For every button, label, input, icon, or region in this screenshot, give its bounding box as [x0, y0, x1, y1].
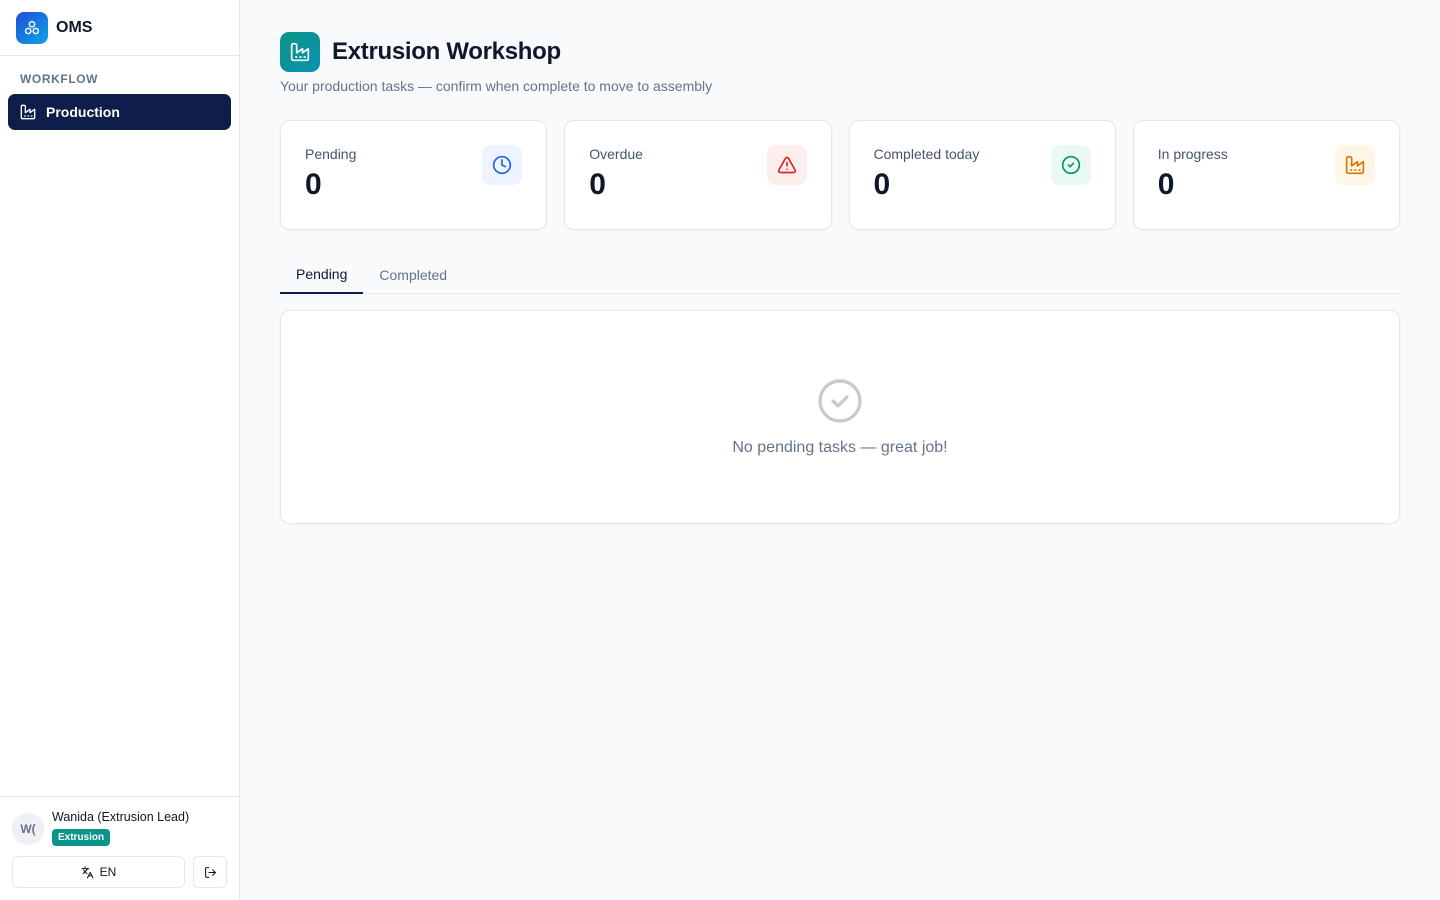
stat-card-completed-today: Completed today 0 [848, 120, 1116, 230]
stat-card-in-progress: In progress 0 [1132, 120, 1400, 230]
check-circle-icon [1050, 145, 1091, 185]
warning-icon [766, 145, 807, 185]
check-circle-icon [818, 379, 862, 423]
user-info: W( Wanida (Extrusion Lead) Extrusion [12, 807, 227, 846]
translate-icon [81, 866, 94, 878]
brand-name: OMS [56, 18, 93, 36]
stat-card-overdue: Overdue 0 [564, 120, 832, 230]
logout-button[interactable] [193, 856, 227, 888]
empty-state: No pending tasks — great job! [280, 310, 1400, 524]
tab-completed[interactable]: Completed [363, 256, 463, 293]
page-title: Extrusion Workshop [332, 38, 561, 65]
language-button[interactable]: EN [12, 856, 185, 888]
sidebar-item-production[interactable]: Production [8, 94, 231, 130]
task-tabs: Pending Completed [280, 256, 1400, 294]
factory-icon [1335, 145, 1375, 185]
factory-icon [280, 32, 320, 72]
page-subtitle: Your production tasks — confirm when com… [280, 78, 713, 94]
avatar: W( [12, 813, 44, 845]
nav-section-label: WORKFLOW [20, 72, 99, 86]
user-name: Wanida (Extrusion Lead) [52, 810, 190, 824]
logout-icon [204, 866, 216, 878]
stat-card-pending: Pending 0 [280, 120, 548, 230]
empty-state-message: No pending tasks — great job! [732, 439, 948, 456]
main-content: Extrusion Workshop Your production tasks… [240, 0, 1440, 900]
tab-pending[interactable]: Pending [280, 256, 364, 294]
sidebar-item-label: Production [46, 104, 120, 120]
language-label: EN [99, 865, 117, 879]
clock-icon [482, 145, 523, 185]
stats-row: Pending 0 Overdue 0 Completed today 0 In… [280, 120, 1400, 230]
sidebar: OMS WORKFLOW Production W( Wanida (Extru… [0, 0, 240, 900]
role-badge: Extrusion [52, 829, 111, 846]
page-header: Extrusion Workshop [280, 32, 1400, 72]
logo-icon [16, 11, 48, 44]
factory-icon [20, 104, 36, 120]
brand[interactable]: OMS [0, 0, 239, 56]
sidebar-footer: W( Wanida (Extrusion Lead) Extrusion EN [0, 796, 239, 900]
